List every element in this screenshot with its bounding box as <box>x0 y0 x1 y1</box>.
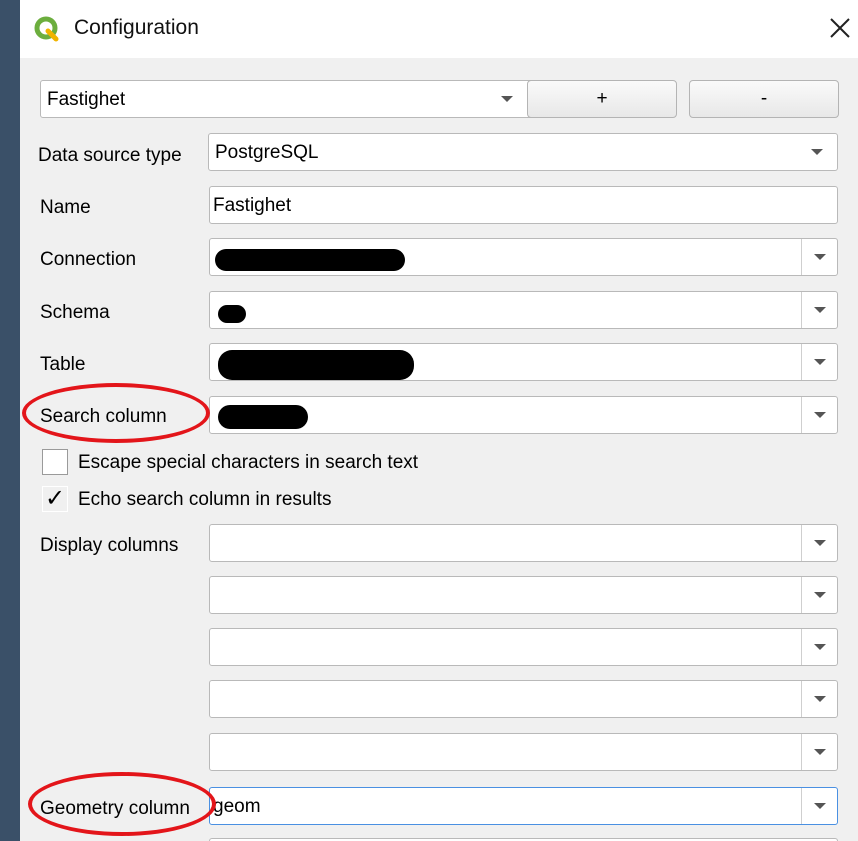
display-column-select-4[interactable] <box>209 680 838 718</box>
name-label: Name <box>40 197 91 218</box>
chevron-down-icon <box>489 81 525 117</box>
redacted-value <box>215 249 405 271</box>
profile-select[interactable]: Fastighet <box>40 80 534 118</box>
geometry-column-value: geom <box>213 796 261 817</box>
escape-special-checkbox[interactable] <box>42 449 68 475</box>
display-column-select-2[interactable] <box>209 576 838 614</box>
redacted-value <box>218 405 308 429</box>
chevron-down-icon[interactable] <box>801 525 837 561</box>
add-profile-button[interactable]: + <box>527 80 677 118</box>
display-column-select-3[interactable] <box>209 628 838 666</box>
geometry-column-label: Geometry column <box>40 798 190 819</box>
close-icon[interactable] <box>828 14 852 42</box>
escape-special-label: Escape special characters in search text <box>78 452 419 473</box>
schema-label: Schema <box>40 302 110 323</box>
checkmark-icon: ✓ <box>45 485 66 512</box>
display-column-select-1[interactable] <box>209 524 838 562</box>
connection-select[interactable] <box>209 238 838 276</box>
remove-profile-button[interactable]: - <box>689 80 839 118</box>
search-column-label: Search column <box>40 406 167 427</box>
title-bar: Configuration <box>20 0 858 58</box>
name-input[interactable]: Fastighet <box>209 186 838 224</box>
schema-select[interactable] <box>209 291 838 329</box>
datasource-label: Data source type <box>38 145 182 166</box>
display-columns-label: Display columns <box>40 535 179 556</box>
echo-search-label: Echo search column in results <box>78 489 332 510</box>
chevron-down-icon[interactable] <box>801 734 837 770</box>
name-value: Fastighet <box>213 195 292 216</box>
display-column-select-5[interactable] <box>209 733 838 771</box>
redacted-value <box>218 350 414 380</box>
profile-select-value: Fastighet <box>47 89 126 110</box>
chevron-down-icon[interactable] <box>801 239 837 275</box>
chevron-down-icon[interactable] <box>801 681 837 717</box>
datasource-select[interactable]: PostgreSQL <box>208 133 838 171</box>
geometry-column-select[interactable]: geom <box>209 787 838 825</box>
chevron-down-icon[interactable] <box>801 577 837 613</box>
redacted-value <box>218 305 246 323</box>
qgis-icon <box>34 16 59 42</box>
dialog-title: Configuration <box>74 16 199 39</box>
chevron-down-icon <box>799 134 835 170</box>
chevron-down-icon[interactable] <box>801 788 837 824</box>
table-select[interactable] <box>209 343 838 381</box>
chevron-down-icon[interactable] <box>801 292 837 328</box>
chevron-down-icon[interactable] <box>801 344 837 380</box>
connection-label: Connection <box>40 249 137 270</box>
chevron-down-icon[interactable] <box>801 629 837 665</box>
search-column-select[interactable] <box>209 396 838 434</box>
datasource-value: PostgreSQL <box>215 142 319 163</box>
table-label: Table <box>40 354 86 375</box>
echo-search-checkbox[interactable]: ✓ <box>42 485 68 512</box>
chevron-down-icon[interactable] <box>801 397 837 433</box>
configuration-dialog: Configuration Fastighet + - Data source … <box>20 0 858 841</box>
